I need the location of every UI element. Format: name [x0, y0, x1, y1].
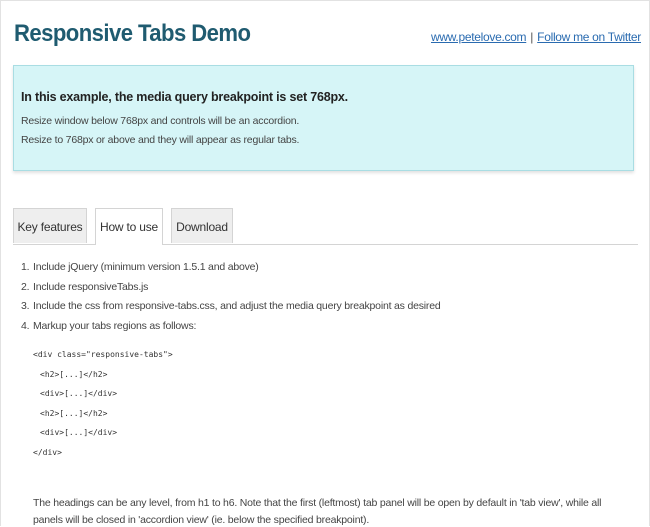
step-number: 1. [21, 261, 30, 273]
site-link[interactable]: www.petelove.com [431, 30, 527, 44]
code-line: </div> [33, 447, 62, 457]
code-line: <div class="responsive-tabs"> [33, 350, 173, 359]
header-links: www.petelove.com | Follow me on Twitter [431, 30, 641, 44]
steps-list: 1. Include jQuery (minimum version 1.5.1… [21, 260, 441, 339]
list-item: 3. Include the css from responsive-tabs.… [21, 299, 441, 319]
code-line: <h2>[...]</h2> [40, 408, 108, 418]
page-title: Responsive Tabs Demo [14, 20, 251, 47]
breakpoint-notice: In this example, the media query breakpo… [13, 65, 634, 171]
list-item: 2. Include responsiveTabs.js [21, 280, 440, 300]
tab-key-features[interactable]: Key features [13, 208, 87, 243]
step-number: 3. [21, 300, 30, 312]
step-text: Markup your tabs regions as follows: [33, 319, 197, 332]
code-line: <div>[...]</div> [40, 389, 118, 398]
twitter-link[interactable]: Follow me on Twitter [537, 30, 641, 44]
step-text: Include responsiveTabs.js [33, 280, 149, 293]
step-number: 2. [21, 280, 30, 293]
markup-code-block: <div class="responsive-tabs"> <h2>[...]<… [33, 349, 173, 466]
step-text: Include jQuery (minimum version 1.5.1 an… [33, 261, 259, 273]
heading-level-note: The headings can be any level, from h1 t… [33, 497, 602, 526]
code-line: <h2>[...]</h2> [40, 369, 108, 379]
tab-bar: Key features How to use Download [13, 208, 638, 245]
tab-how-to-use[interactable]: How to use [95, 208, 163, 245]
tab-panel-how-to-use: 1. Include jQuery (minimum version 1.5.1… [13, 244, 638, 527]
notice-line-1: Resize window below 768px and controls w… [21, 115, 300, 127]
link-separator: | [530, 30, 534, 44]
list-item: 4. Markup your tabs regions as follows: [21, 319, 440, 339]
step-text: Include the css from responsive-tabs.css… [33, 300, 441, 312]
notice-line-2: Resize to 768px or above and they will a… [21, 134, 300, 146]
step-number: 4. [21, 319, 30, 332]
header: Responsive Tabs Demo www.petelove.com | … [14, 18, 641, 52]
notice-heading: In this example, the media query breakpo… [21, 90, 348, 104]
tab-download[interactable]: Download [171, 208, 233, 243]
list-item: 1. Include jQuery (minimum version 1.5.1… [21, 260, 440, 280]
code-line: <div>[...]</div> [40, 428, 118, 437]
